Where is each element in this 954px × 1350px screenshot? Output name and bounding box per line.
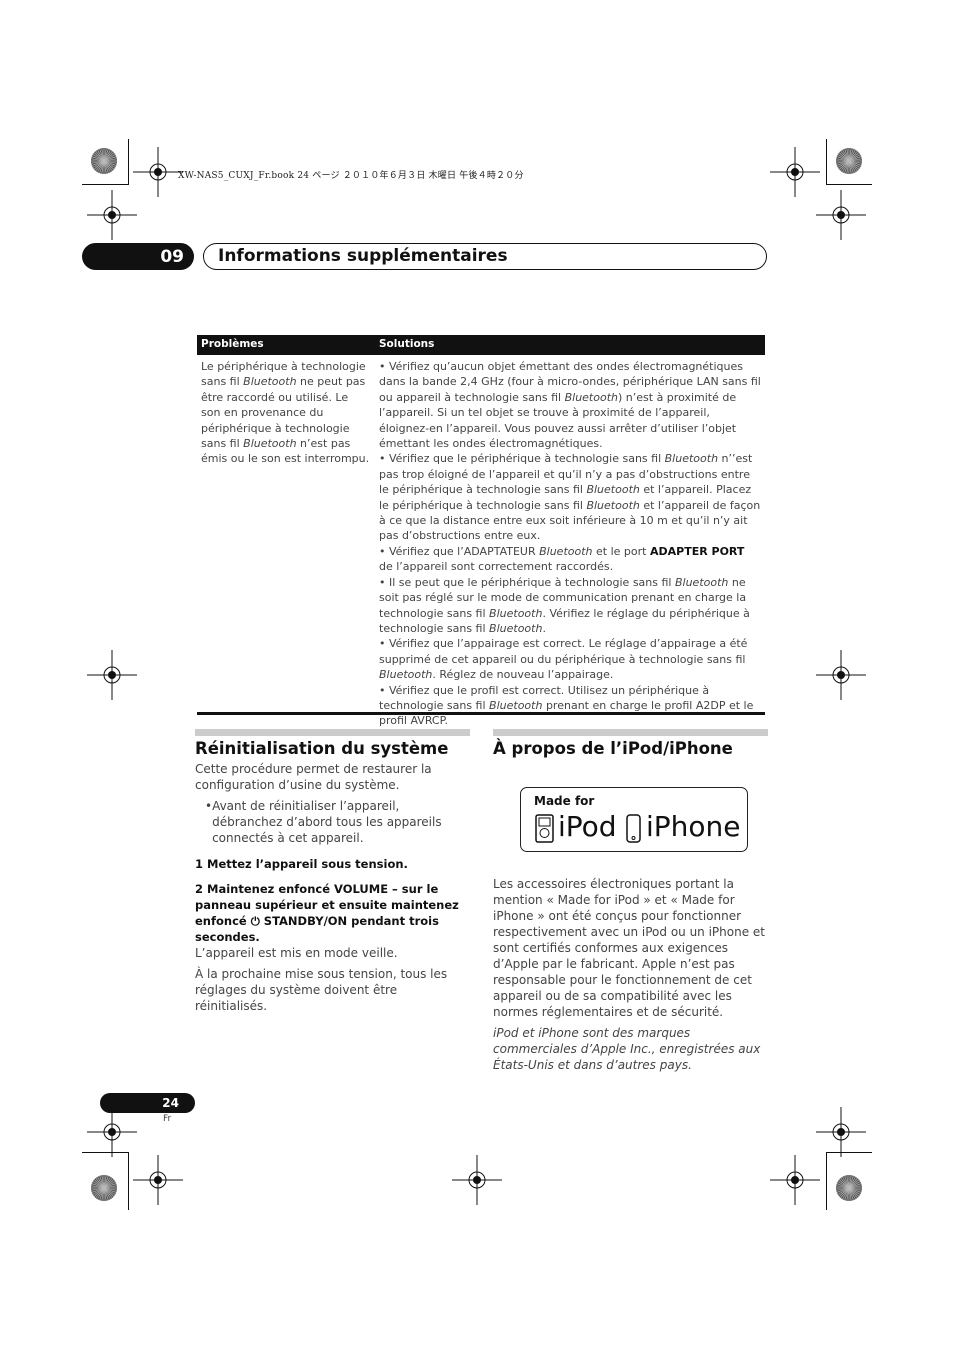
section-bar [493,729,768,736]
text-run: • Vérifiez que l’appairage est correct. … [379,637,748,666]
italic-text: Bluetooth [674,575,729,589]
crop-mark [826,1152,872,1153]
solution-item: • Vérifiez que le périphérique à technol… [379,451,761,543]
solution-item: • Il se peut que le périphérique à techn… [379,575,761,637]
registration-crosshair-icon [816,190,866,240]
registration-crosshair-icon [87,190,137,240]
ipod-section: À propos de l’iPod/iPhone [493,729,768,758]
solution-item: • Vérifiez qu’aucun objet émettant des o… [379,359,761,451]
step-2: 2 Maintenez enfoncé VOLUME – sur le pann… [195,882,459,944]
registration-starburst-icon [91,148,117,174]
crop-mark [128,1152,129,1210]
ipod-icon [535,814,554,843]
column-header-problems: Problèmes [197,335,375,355]
solution-item: • Vérifiez que l’appairage est correct. … [379,636,761,682]
chapter-title: Informations supplémentaires [203,243,767,270]
result-text: L’appareil est mis en mode veille. [195,946,398,960]
bullet-item: • Avant de réinitialiser l’appareil, déb… [205,798,470,846]
note-text: À la prochaine mise sous tension, tous l… [195,967,448,1013]
text-run: . [542,621,546,635]
text-run: • Vérifiez que l’ADAPTATEUR [379,544,540,558]
page-number: 24 [100,1093,195,1113]
registration-starburst-icon [836,148,862,174]
solution-item: • Vérifiez que l’ADAPTATEUR Bluetooth et… [379,544,761,575]
italic-text: Bluetooth [243,437,297,451]
registration-crosshair-icon [770,1155,820,1205]
troubleshooting-table: Problèmes Solutions Le périphérique à te… [197,335,765,734]
italic-text: Bluetooth [489,606,543,620]
registration-crosshair-icon [133,147,183,197]
registration-crosshair-icon [770,147,820,197]
crop-mark [826,184,872,185]
table-bottom-rule [197,712,765,715]
text-run: de l’appareil sont correctement raccordé… [379,560,614,574]
logo-ipod: iPod [558,810,617,843]
language-label: Fr [163,1114,172,1124]
crop-mark [826,139,827,185]
crop-mark [82,1152,128,1153]
solutions-cell: • Vérifiez qu’aucun objet émettant des o… [375,355,765,734]
bold-text: ADAPTER PORT [649,544,745,558]
iphone-icon [626,814,641,843]
solution-item: • Vérifiez que le profil est correct. Ut… [379,683,761,729]
table-header-row: Problèmes Solutions [197,335,765,355]
italic-text: Bluetooth [489,698,543,712]
text-run: . Réglez de nouveau l’appairage. [432,668,614,682]
print-header: XW-NAS5_CUXJ_Fr.book 24 ページ ２０１０年６月３日 木曜… [178,171,524,181]
italic-text: Bluetooth [664,452,719,466]
reset-section: Réinitialisation du système Cette procéd… [195,729,470,1019]
made-for-ipod-iphone-logo: Made for iPod iPhone [520,787,748,852]
italic-text: Bluetooth [586,498,640,512]
column-header-solutions: Solutions [375,335,765,355]
italic-text: Bluetooth [489,621,543,635]
italic-text: Bluetooth [243,375,297,389]
registration-crosshair-icon [133,1155,183,1205]
crop-mark [128,139,129,185]
registration-crosshair-icon [87,650,137,700]
section-bar [195,729,470,736]
section-title: Réinitialisation du système [195,739,449,758]
italic-text: Bluetooth [539,544,593,558]
crop-mark [826,1152,827,1210]
italic-text: Bluetooth [586,483,640,497]
registration-crosshair-icon [87,1107,137,1157]
ipod-body-text: Les accessoires électroniques portant la… [493,877,766,1019]
intro-text: Cette procédure permet de restaurer la c… [195,762,432,792]
logo-made-for: Made for [534,794,595,808]
problem-cell: Le périphérique à technologie sans fil B… [197,355,375,734]
text-run: • Vérifiez que le périphérique à technol… [379,452,665,466]
trademark-text: iPod et iPhone sont des marques commerci… [493,1026,761,1072]
italic-text: Bluetooth [379,668,433,682]
text-run: et le port [592,544,650,558]
registration-crosshair-icon [452,1155,502,1205]
table-row: Le périphérique à technologie sans fil B… [197,355,765,734]
registration-starburst-icon [91,1175,117,1201]
logo-iphone: iPhone [646,810,741,843]
step-1: 1 Mettez l’appareil sous tension. [195,857,408,871]
crop-mark [82,184,128,185]
registration-crosshair-icon [816,650,866,700]
bullet-text: Avant de réinitialiser l’appareil, débra… [212,799,442,845]
italic-text: Bluetooth [564,390,618,404]
registration-crosshair-icon [816,1107,866,1157]
registration-starburst-icon [836,1175,862,1201]
chapter-number: 09 [82,243,194,270]
section-title: À propos de l’iPod/iPhone [493,739,733,758]
text-run: • Il se peut que le périphérique à techn… [379,575,675,589]
manual-page: XW-NAS5_CUXJ_Fr.book 24 ページ ２０１０年６月３日 木曜… [0,0,954,1350]
